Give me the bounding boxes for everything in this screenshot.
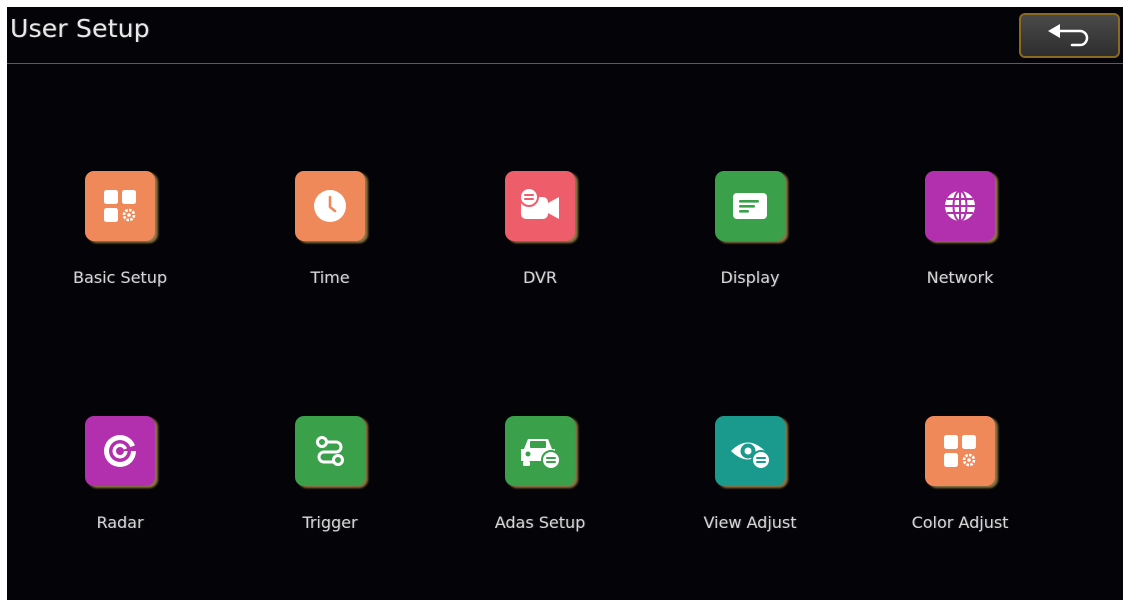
car-settings-icon [505, 416, 575, 486]
eye-adjust-icon [715, 416, 785, 486]
menu-item-radar[interactable]: Radar [35, 416, 205, 566]
menu-item-label: Radar [96, 513, 144, 532]
grid-gear-icon [925, 416, 995, 486]
grid-gear-icon [85, 171, 155, 241]
menu-item-label: Network [926, 268, 994, 287]
menu-item-label: View Adjust [703, 513, 797, 532]
video-camera-icon [505, 171, 575, 241]
radar-icon [85, 416, 155, 486]
menu-item-adas-setup[interactable]: Adas Setup [455, 416, 625, 566]
menu-item-network[interactable]: Network [875, 171, 1045, 321]
menu-item-color-adjust[interactable]: Color Adjust [875, 416, 1045, 566]
menu-item-label: Display [720, 268, 780, 287]
header-divider [7, 63, 1123, 64]
menu-item-basic-setup[interactable]: Basic Setup [35, 171, 205, 321]
menu-item-label: Basic Setup [72, 268, 167, 287]
globe-icon [925, 171, 995, 241]
page-title: User Setup [10, 14, 150, 43]
menu-item-label: Trigger [302, 513, 358, 532]
menu-item-view-adjust[interactable]: View Adjust [665, 416, 835, 566]
menu-item-label: Time [310, 268, 350, 287]
header: User Setup [7, 7, 1123, 63]
menu-item-trigger[interactable]: Trigger [245, 416, 415, 566]
menu-item-label: Adas Setup [494, 513, 586, 532]
back-arrow-icon [1047, 23, 1088, 46]
clock-icon [295, 171, 365, 241]
display-icon [715, 171, 785, 241]
trigger-path-icon [295, 416, 365, 486]
back-button[interactable] [1019, 13, 1120, 58]
menu-item-label: Color Adjust [911, 513, 1009, 532]
menu-item-display[interactable]: Display [665, 171, 835, 321]
menu-item-time[interactable]: Time [245, 171, 415, 321]
setup-screen: User Setup Basic Setup Time DVR Display … [7, 7, 1123, 600]
menu-item-dvr[interactable]: DVR [455, 171, 625, 321]
menu-item-label: DVR [522, 268, 558, 287]
